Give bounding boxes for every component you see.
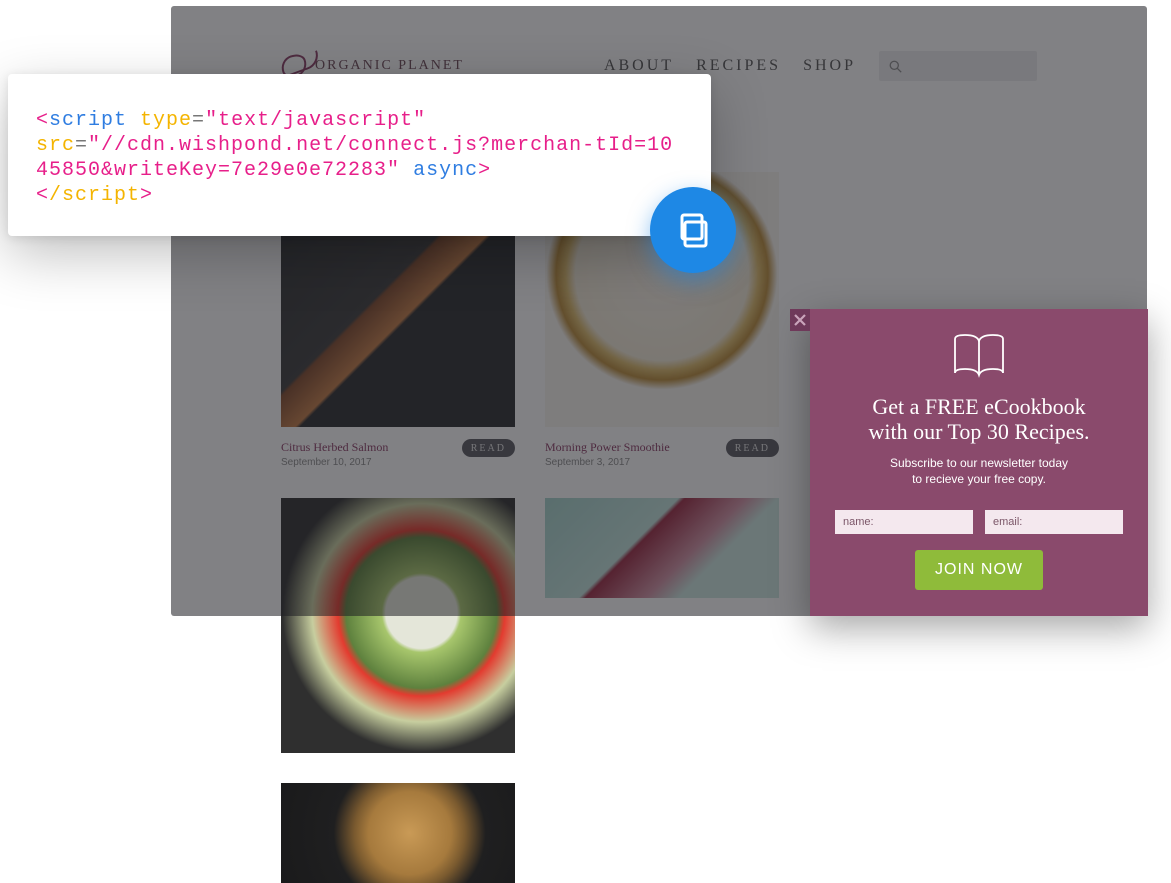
search-input[interactable] (879, 51, 1037, 81)
name-input[interactable] (835, 510, 973, 534)
logo-text: ORGANIC PLANET (315, 58, 464, 74)
recipe-card[interactable] (281, 498, 515, 753)
close-icon (794, 314, 806, 326)
nav-about[interactable]: ABOUT (604, 57, 674, 75)
nav-recipes[interactable]: RECIPES (696, 57, 781, 75)
read-button[interactable]: READ (726, 439, 779, 457)
email-input[interactable] (985, 510, 1123, 534)
copy-code-button[interactable] (650, 187, 736, 273)
recipe-image (545, 498, 779, 598)
recipe-title: Citrus Herbed Salmon (281, 440, 388, 455)
newsletter-popup: Get a FREE eCookbook with our Top 30 Rec… (810, 309, 1148, 616)
book-icon (832, 333, 1126, 384)
recipe-date: September 3, 2017 (545, 457, 670, 468)
main-nav: ABOUT RECIPES SHOP (604, 57, 856, 75)
recipe-image (281, 498, 515, 753)
read-button[interactable]: READ (462, 439, 515, 457)
copy-icon (673, 210, 713, 250)
recipe-card[interactable] (281, 783, 515, 883)
search-icon (889, 60, 902, 73)
recipe-title: Morning Power Smoothie (545, 440, 670, 455)
popup-subtitle: Subscribe to our newsletter today to rec… (832, 455, 1126, 489)
nav-shop[interactable]: SHOP (803, 57, 856, 75)
embed-code-panel: <script type="text/javascript" src="//cd… (8, 74, 711, 236)
embed-code-snippet[interactable]: <script type="text/javascript" src="//cd… (36, 108, 683, 208)
join-now-button[interactable]: JOIN NOW (915, 550, 1043, 590)
popup-title: Get a FREE eCookbook with our Top 30 Rec… (832, 394, 1126, 445)
recipe-image (281, 783, 515, 883)
recipe-date: September 10, 2017 (281, 457, 388, 468)
recipe-card[interactable] (545, 498, 779, 753)
popup-close-button[interactable] (790, 309, 810, 331)
popup-form (832, 510, 1126, 534)
